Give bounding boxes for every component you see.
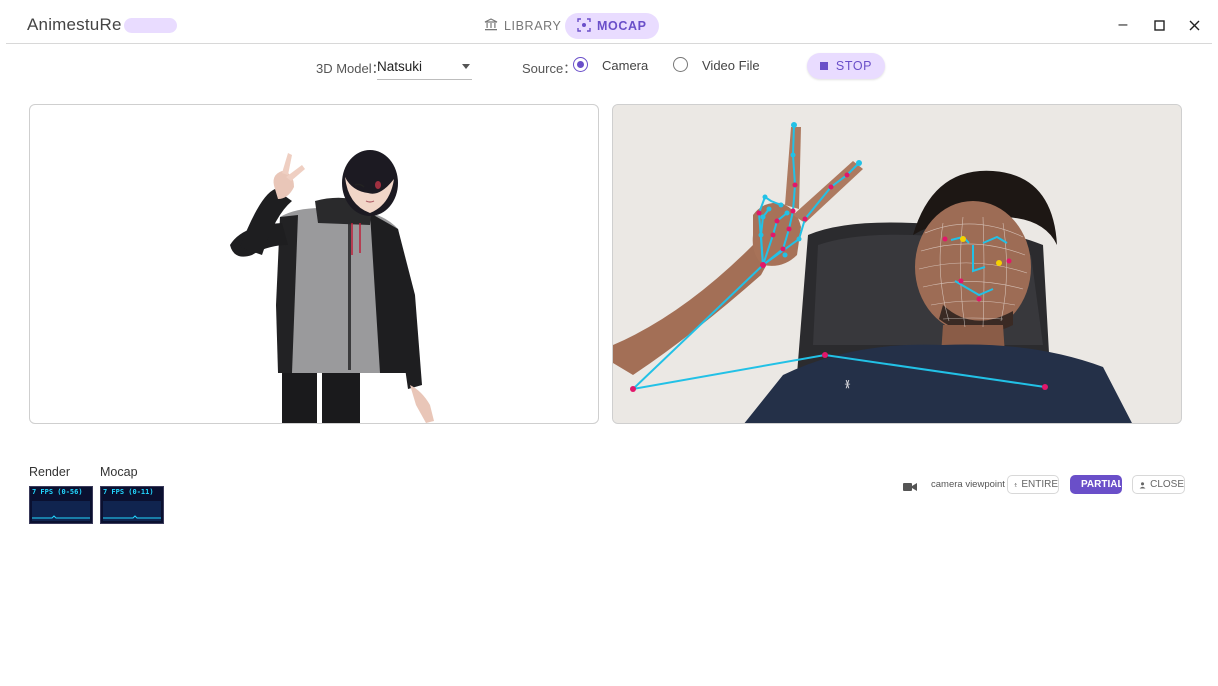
minimize-button[interactable]: –	[1113, 15, 1133, 35]
mocap-stats-label: Mocap	[100, 465, 138, 479]
maximize-icon	[1153, 19, 1165, 31]
mode-close-label: CLOSE	[1150, 479, 1184, 490]
model-label: 3D Model：	[316, 61, 385, 76]
full-body-icon	[1014, 482, 1017, 487]
render-fps-panel: 7 FPS (0-56)	[29, 486, 93, 524]
title-badge	[124, 18, 177, 33]
radio-camera[interactable]	[573, 57, 588, 72]
tab-library[interactable]: LIBRARY	[472, 13, 573, 39]
maximize-button[interactable]	[1149, 15, 1169, 35]
mode-close-button[interactable]: CLOSE	[1132, 475, 1185, 494]
avatar-render	[230, 150, 434, 423]
render-fps-text: 7 FPS (0-56)	[32, 488, 83, 496]
render-stats-label: Render	[29, 465, 70, 479]
mode-partial-label: PARTIAL	[1081, 479, 1122, 490]
radio-video-file-label: Video File	[702, 58, 760, 73]
model-select[interactable]: Natsuki	[377, 54, 472, 80]
radio-video-file[interactable]	[673, 57, 688, 72]
mode-entire-label: ENTIRE	[1021, 479, 1058, 490]
shirt-logo: ᚕ	[844, 379, 851, 390]
stop-button[interactable]: STOP	[807, 53, 885, 79]
tab-library-label: LIBRARY	[504, 19, 562, 33]
person-icon	[1139, 481, 1146, 489]
render-fps-graph	[32, 501, 90, 521]
close-icon	[1189, 20, 1199, 30]
model-value: Natsuki	[377, 59, 423, 74]
app-title: AnimestuRe	[27, 15, 122, 34]
library-icon	[484, 18, 498, 34]
render-viewport[interactable]	[29, 104, 599, 424]
mode-partial-button[interactable]: PARTIAL	[1070, 475, 1122, 494]
radio-camera-label: Camera	[602, 58, 649, 73]
video-camera-icon[interactable]	[903, 479, 917, 497]
stop-icon	[819, 62, 828, 70]
tab-mocap-label: MOCAP	[597, 19, 647, 33]
mocap-fps-panel: 7 FPS (0-11)	[100, 486, 164, 524]
source-label: Source：	[522, 61, 577, 76]
camera-viewport[interactable]: ᚕ	[612, 104, 1182, 424]
camera-viewpoint-label: camera viewpoint	[931, 479, 1005, 490]
mocap-fps-text: 7 FPS (0-11)	[103, 488, 154, 496]
mocap-fps-graph	[103, 501, 161, 521]
mocap-icon	[577, 17, 591, 35]
close-button[interactable]	[1184, 15, 1204, 35]
title-bar: AnimestuRe LIBRARY MOCAP –	[6, 0, 1212, 44]
tab-mocap[interactable]: MOCAP	[565, 13, 659, 39]
camera-feed: ᚕ	[613, 105, 1181, 423]
dropdown-caret-icon	[462, 64, 470, 69]
mode-entire-button[interactable]: ENTIRE	[1007, 475, 1059, 494]
stop-button-label: STOP	[835, 59, 873, 73]
